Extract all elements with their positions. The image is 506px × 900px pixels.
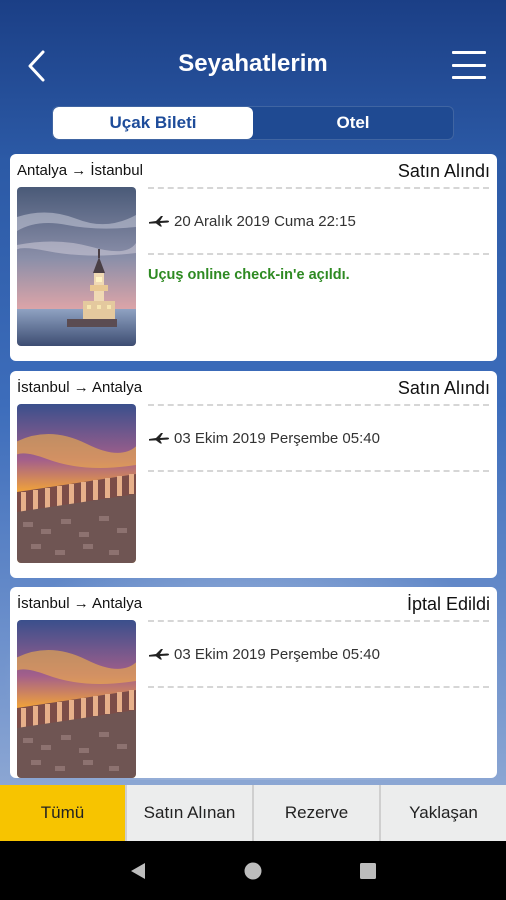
nav-back-button[interactable] (118, 851, 158, 891)
trip-card[interactable]: Antalya → İstanbul Satın Alındı 20 Aralı… (10, 154, 497, 361)
filter-tab-all[interactable]: Tümü (0, 785, 125, 841)
filter-tab-purchased[interactable]: Satın Alınan (125, 785, 252, 841)
flight-datetime: 20 Aralık 2019 Cuma 22:15 (174, 212, 356, 230)
menu-button[interactable] (452, 48, 486, 82)
square-recents-icon (360, 862, 377, 879)
antalya-colonnade-image (17, 404, 136, 563)
header: Seyahatlerim (0, 0, 506, 100)
tab-hotel[interactable]: Otel (253, 107, 453, 139)
hamburger-menu-icon (452, 51, 486, 54)
airplane-icon (149, 433, 170, 444)
airplane-icon (149, 649, 170, 660)
antalya-colonnade-image (17, 620, 136, 778)
divider (148, 470, 489, 472)
checkin-note: Uçuş online check-in'e açıldı. (148, 267, 350, 283)
divider (148, 686, 489, 688)
filter-tabs: Tümü Satın Alınan Rezerve Yaklaşan (0, 785, 506, 841)
filter-tab-reserved[interactable]: Rezerve (252, 785, 379, 841)
airplane-icon (149, 216, 170, 227)
filter-tab-upcoming[interactable]: Yaklaşan (379, 785, 506, 841)
flight-info: 03 Ekim 2019 Perşembe 05:40 (148, 406, 489, 470)
trip-route: İstanbul → Antalya (17, 595, 143, 612)
nav-home-button[interactable] (233, 851, 273, 891)
trip-route: Antalya → İstanbul (17, 162, 143, 179)
divider (148, 253, 489, 255)
nav-recents-button[interactable] (348, 851, 388, 891)
flight-datetime: 03 Ekim 2019 Perşembe 05:40 (174, 429, 380, 447)
flight-info: 03 Ekim 2019 Perşembe 05:40 (148, 622, 489, 686)
trip-status: İptal Edildi (406, 594, 490, 614)
page-title: Seyahatlerim (178, 50, 328, 77)
maidens-tower-image (17, 187, 136, 346)
tab-flight-ticket[interactable]: Uçak Bileti (53, 107, 253, 139)
flight-info: 20 Aralık 2019 Cuma 22:15 (148, 189, 489, 253)
trip-details: 03 Ekim 2019 Perşembe 05:40 (148, 404, 489, 472)
circle-home-icon (244, 862, 262, 879)
android-nav-bar (0, 841, 506, 900)
ticket-type-tabs: Uçak Bileti Otel (52, 106, 454, 140)
trip-status: Satın Alındı (397, 161, 490, 181)
trip-card[interactable]: İstanbul → Antalya İptal Edildi 03 Ekim … (10, 587, 497, 778)
trip-details: 03 Ekim 2019 Perşembe 05:40 (148, 620, 489, 688)
trip-card[interactable]: İstanbul → Antalya Satın Alındı 03 Ekim … (10, 371, 497, 578)
flight-datetime: 03 Ekim 2019 Perşembe 05:40 (174, 645, 380, 663)
trip-status: Satın Alındı (397, 378, 490, 398)
trip-route: İstanbul → Antalya (17, 379, 143, 396)
trip-details: 20 Aralık 2019 Cuma 22:15 Uçuş online ch… (148, 187, 489, 283)
triangle-back-icon (130, 862, 145, 879)
